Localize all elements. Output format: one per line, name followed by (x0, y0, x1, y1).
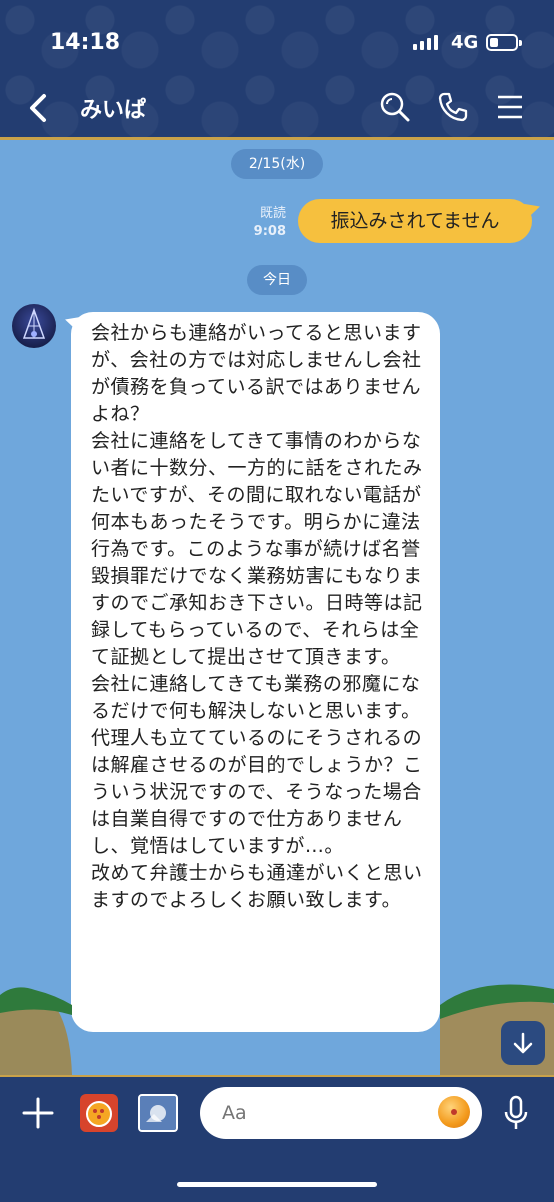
scroll-down-button[interactable] (501, 1021, 545, 1065)
chat-title: みいぱ (80, 98, 147, 123)
read-time: 9:08 (253, 224, 286, 239)
search-icon[interactable] (378, 90, 412, 124)
status-time: 14:18 (50, 30, 121, 55)
my-message-bubble[interactable]: 振込みされてません (298, 199, 532, 243)
avatar[interactable] (12, 304, 56, 348)
date-divider: 2/15(水) (231, 149, 323, 179)
menu-icon[interactable] (494, 90, 528, 124)
plus-icon[interactable] (22, 1097, 54, 1129)
camera-icon[interactable] (80, 1094, 118, 1132)
read-label: 既読 (259, 206, 286, 221)
home-indicator (177, 1182, 377, 1187)
photo-icon[interactable] (138, 1094, 178, 1132)
emoji-icon[interactable] (438, 1096, 470, 1128)
avatar-image (22, 307, 46, 339)
background-scenery (0, 984, 554, 1075)
network-label: 4G (451, 32, 479, 53)
signal-icon (413, 35, 438, 50)
battery-icon (486, 34, 522, 51)
mic-icon[interactable] (502, 1095, 530, 1131)
today-divider: 今日 (247, 265, 307, 295)
read-receipt: 既読 9:08 (246, 205, 286, 241)
top-bar: 14:18 4G みいぱ (0, 0, 554, 140)
phone-icon[interactable] (436, 90, 470, 124)
their-message-bubble[interactable]: 会社からも連絡がいってると思いますが、会社の方では対応しませんし会社が債務を負っ… (71, 312, 440, 1032)
arrow-down-icon (513, 1032, 533, 1054)
back-icon[interactable] (24, 92, 54, 124)
